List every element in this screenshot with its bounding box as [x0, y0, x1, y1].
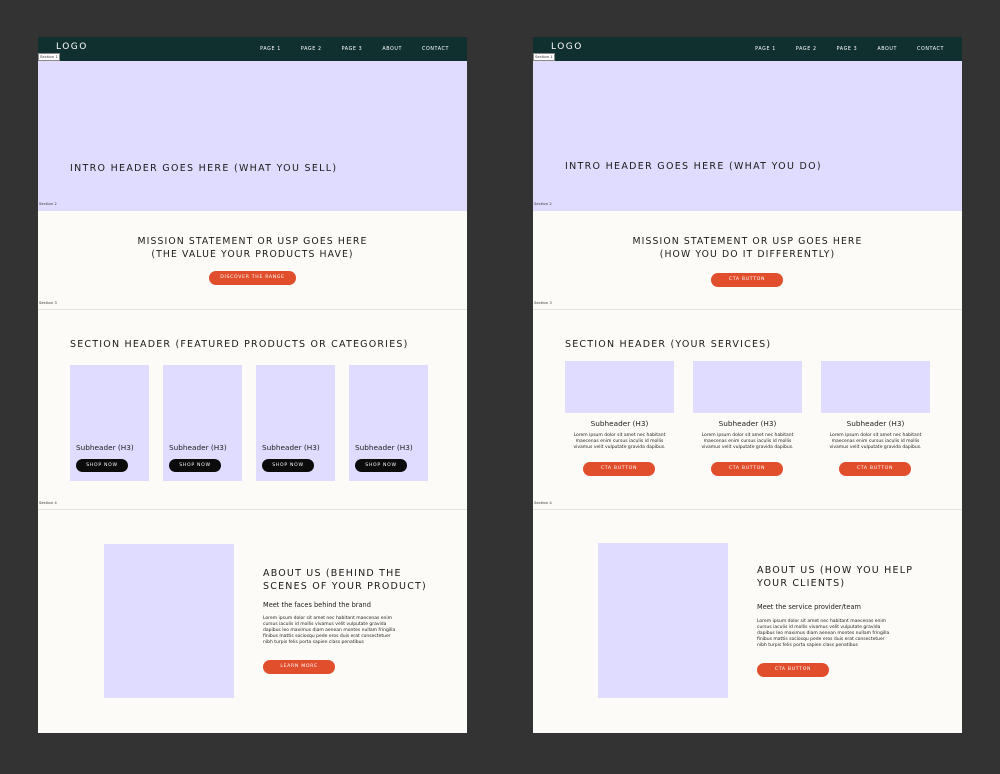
service-subheader: Subheader (H3) — [718, 419, 777, 428]
shop-now-button[interactable]: SHOP NOW — [76, 459, 128, 472]
mission-line-2: (THE VALUE YOUR PRODUCTS HAVE) — [151, 249, 354, 260]
hero-section — [533, 61, 962, 211]
service-image-placeholder — [693, 361, 802, 413]
nav-link-page-3[interactable]: PAGE 3 — [837, 47, 858, 52]
hero-section — [38, 61, 467, 211]
about-body: Lorem ipsum dolor sit amet nec habitant … — [757, 619, 897, 649]
section-label-4: Section 4 — [39, 500, 57, 505]
cta-button[interactable]: CTA BUTTON — [757, 663, 829, 677]
shop-now-button[interactable]: SHOP NOW — [262, 459, 314, 472]
about-body: Lorem ipsum dolor sit amet nec habitant … — [263, 616, 403, 646]
product-subheader: Subheader (H3) — [169, 443, 227, 452]
mission-statement: MISSION STATEMENT OR USP GOES HERE (THE … — [38, 235, 467, 261]
about-image-placeholder — [104, 544, 234, 698]
about-body-line: nibh turpis felis porta sapien class pen… — [757, 643, 858, 648]
logo[interactable]: LOGO — [551, 42, 583, 52]
section-label-1: Section 1 — [38, 53, 60, 61]
cta-button[interactable]: CTA BUTTON — [583, 462, 655, 476]
section-label-2: Section 2 — [39, 201, 57, 206]
mission-statement: MISSION STATEMENT OR USP GOES HERE (HOW … — [533, 235, 962, 261]
section-label-3: Section 3 — [534, 300, 552, 305]
about-title: ABOUT US (BEHIND THE SCENES OF YOUR PROD… — [263, 568, 427, 593]
about-subheader: Meet the faces behind the brand — [263, 601, 371, 609]
discover-range-button[interactable]: DISCOVER THE RANGE — [209, 271, 296, 285]
section-divider — [533, 509, 962, 510]
learn-more-button[interactable]: LEARN MORE — [263, 660, 335, 674]
nav-link-contact[interactable]: CONTACT — [422, 47, 449, 52]
service-body: Lorem ipsum dolor sit amet nec habitant … — [555, 433, 684, 451]
nav-link-page-2[interactable]: PAGE 2 — [796, 47, 817, 52]
mission-line-1: MISSION STATEMENT OR USP GOES HERE — [137, 236, 368, 247]
nav-link-page-1[interactable]: PAGE 1 — [755, 47, 776, 52]
nav-link-contact[interactable]: CONTACT — [917, 47, 944, 52]
services-header: SECTION HEADER (YOUR SERVICES) — [565, 339, 772, 350]
product-subheader: Subheader (H3) — [355, 443, 413, 452]
nav-bar: LOGO PAGE 1 PAGE 2 PAGE 3 ABOUT CONTACT — [38, 37, 467, 61]
artboard-service-website: LOGO PAGE 1 PAGE 2 PAGE 3 ABOUT CONTACT … — [533, 37, 962, 733]
service-body-line: vivamus velit vulputate gravida dapibus. — [701, 445, 794, 450]
about-title-line-2: SCENES OF YOUR PRODUCT) — [263, 580, 427, 592]
service-image-placeholder — [565, 361, 674, 413]
nav-link-about[interactable]: ABOUT — [877, 47, 897, 52]
nav-bar: LOGO PAGE 1 PAGE 2 PAGE 3 ABOUT CONTACT — [533, 37, 962, 61]
section-divider — [38, 509, 467, 510]
service-body: Lorem ipsum dolor sit amet nec habitant … — [683, 433, 812, 451]
product-subheader: Subheader (H3) — [76, 443, 134, 452]
about-image-placeholder — [598, 543, 728, 698]
service-image-placeholder — [821, 361, 930, 413]
service-subheader: Subheader (H3) — [846, 419, 905, 428]
cta-button[interactable]: CTA BUTTON — [839, 462, 911, 476]
logo[interactable]: LOGO — [56, 42, 88, 52]
service-body: Lorem ipsum dolor sit amet nec habitant … — [811, 433, 940, 451]
cta-button[interactable]: CTA BUTTON — [711, 462, 783, 476]
service-body-line: vivamus velit vulputate gravida dapibus. — [829, 445, 922, 450]
section-label-1: Section 1 — [533, 53, 555, 61]
section-divider — [533, 309, 962, 310]
nav-links: PAGE 1 PAGE 2 PAGE 3 ABOUT CONTACT — [755, 37, 944, 61]
artboard-product-website: LOGO PAGE 1 PAGE 2 PAGE 3 ABOUT CONTACT … — [38, 37, 467, 733]
section-label-3: Section 3 — [39, 300, 57, 305]
mission-line-2: (HOW YOU DO IT DIFFERENTLY) — [659, 249, 836, 260]
about-title-line-1: ABOUT US (BEHIND THE — [263, 568, 402, 579]
product-subheader: Subheader (H3) — [262, 443, 320, 452]
service-subheader: Subheader (H3) — [590, 419, 649, 428]
section-label-2: Section 2 — [534, 201, 552, 206]
nav-link-about[interactable]: ABOUT — [382, 47, 402, 52]
shop-now-button[interactable]: SHOP NOW — [355, 459, 407, 472]
section-label-4: Section 4 — [534, 500, 552, 505]
mission-line-1: MISSION STATEMENT OR USP GOES HERE — [632, 236, 863, 247]
nav-link-page-1[interactable]: PAGE 1 — [260, 47, 281, 52]
featured-products-header: SECTION HEADER (FEATURED PRODUCTS OR CAT… — [70, 339, 409, 350]
hero-title: INTRO HEADER GOES HERE (WHAT YOU SELL) — [70, 163, 338, 174]
hero-title: INTRO HEADER GOES HERE (WHAT YOU DO) — [565, 161, 822, 172]
service-body-line: vivamus velit vulputate gravida dapibus. — [573, 445, 666, 450]
nav-links: PAGE 1 PAGE 2 PAGE 3 ABOUT CONTACT — [260, 37, 449, 61]
section-divider — [38, 309, 467, 310]
about-title-line-1: ABOUT US (HOW YOU HELP — [757, 565, 914, 576]
about-title: ABOUT US (HOW YOU HELP YOUR CLIENTS) — [757, 565, 913, 590]
about-subheader: Meet the service provider/team — [757, 603, 861, 611]
shop-now-button[interactable]: SHOP NOW — [169, 459, 221, 472]
nav-link-page-3[interactable]: PAGE 3 — [342, 47, 363, 52]
about-title-line-2: YOUR CLIENTS) — [757, 577, 846, 589]
nav-link-page-2[interactable]: PAGE 2 — [301, 47, 322, 52]
cta-button[interactable]: CTA BUTTON — [711, 273, 783, 287]
about-body-line: nibh turpis felis porta sapien class pen… — [263, 640, 364, 645]
